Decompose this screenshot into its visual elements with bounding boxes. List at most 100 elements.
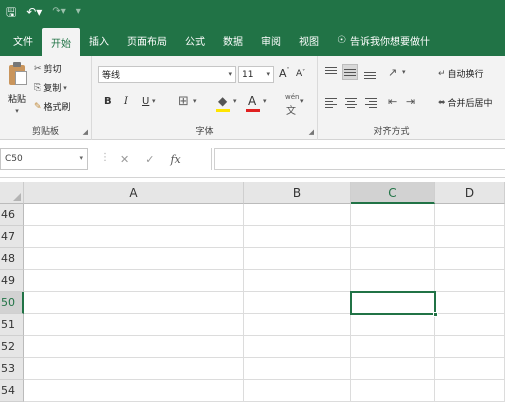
clipboard-launcher-icon[interactable]: ◢ bbox=[83, 128, 88, 136]
cell-b54[interactable] bbox=[244, 380, 351, 402]
align-left-icon[interactable] bbox=[324, 97, 338, 109]
cut-button[interactable]: ✂ 剪切 bbox=[34, 62, 62, 76]
row-header-49[interactable]: 49 bbox=[0, 270, 24, 292]
cell-a46[interactable] bbox=[24, 204, 244, 226]
redo-icon[interactable]: ↷▾ bbox=[52, 7, 65, 17]
cell-d54[interactable] bbox=[435, 380, 505, 402]
underline-button[interactable]: U bbox=[142, 96, 149, 107]
enter-icon[interactable]: ✓ bbox=[145, 153, 154, 166]
cell-b46[interactable] bbox=[244, 204, 351, 226]
cell-c46[interactable] bbox=[351, 204, 435, 226]
tab-data[interactable]: 数据 bbox=[214, 24, 252, 56]
undo-icon[interactable]: ↶▾ bbox=[26, 6, 42, 18]
cell-c47[interactable] bbox=[351, 226, 435, 248]
column-header-c[interactable]: C bbox=[351, 182, 435, 204]
cell-b53[interactable] bbox=[244, 358, 351, 380]
align-bottom-icon[interactable] bbox=[363, 68, 377, 80]
cell-a48[interactable] bbox=[24, 248, 244, 270]
fill-handle[interactable] bbox=[433, 312, 438, 317]
name-box[interactable]: C50 ▾ bbox=[0, 148, 88, 170]
tab-formulas[interactable]: 公式 bbox=[176, 24, 214, 56]
row-header-46[interactable]: 46 bbox=[0, 204, 24, 226]
formula-input[interactable] bbox=[214, 148, 505, 170]
column-header-a[interactable]: A bbox=[24, 182, 244, 204]
cell-b50[interactable] bbox=[244, 292, 351, 314]
cell-d51[interactable] bbox=[435, 314, 505, 336]
shrink-font-button[interactable]: A˅ bbox=[296, 69, 305, 79]
font-color-button[interactable]: A bbox=[248, 94, 256, 108]
row-header-54[interactable]: 54 bbox=[0, 380, 24, 402]
copy-button[interactable]: ⎘ 复制 ▾ bbox=[34, 81, 67, 95]
customize-icon[interactable]: ▾ bbox=[76, 7, 81, 17]
cell-a54[interactable] bbox=[24, 380, 244, 402]
font-launcher-icon[interactable]: ◢ bbox=[309, 128, 314, 136]
cell-c53[interactable] bbox=[351, 358, 435, 380]
cell-d48[interactable] bbox=[435, 248, 505, 270]
column-header-d[interactable]: D bbox=[435, 182, 505, 204]
fill-color-icon[interactable]: ◆ bbox=[218, 94, 227, 108]
underline-dropdown-icon[interactable]: ▾ bbox=[152, 97, 156, 105]
fill-dropdown-icon[interactable]: ▾ bbox=[233, 97, 237, 105]
cell-c54[interactable] bbox=[351, 380, 435, 402]
cell-c52[interactable] bbox=[351, 336, 435, 358]
align-middle-icon[interactable] bbox=[342, 64, 358, 80]
wrap-text-button[interactable]: ↵ 自动换行 bbox=[438, 67, 484, 81]
row-header-51[interactable]: 51 bbox=[0, 314, 24, 336]
cell-d46[interactable] bbox=[435, 204, 505, 226]
phonetic-dropdown-icon[interactable]: ▾ bbox=[300, 97, 304, 105]
row-header-47[interactable]: 47 bbox=[0, 226, 24, 248]
orientation-dropdown-icon[interactable]: ▾ bbox=[402, 68, 406, 76]
tell-me-search[interactable]: ☉ 告诉我你想要做什 bbox=[328, 24, 439, 56]
tab-view[interactable]: 视图 bbox=[290, 24, 328, 56]
cell-a52[interactable] bbox=[24, 336, 244, 358]
row-header-50[interactable]: 50 bbox=[0, 292, 24, 314]
cell-a50[interactable] bbox=[24, 292, 244, 314]
font-name-select[interactable]: 等线 ▾ bbox=[98, 66, 236, 83]
cell-a47[interactable] bbox=[24, 226, 244, 248]
cell-c49[interactable] bbox=[351, 270, 435, 292]
paste-button[interactable]: 粘贴 ▾ bbox=[4, 62, 30, 115]
cancel-icon[interactable]: ✕ bbox=[120, 153, 129, 166]
cell-c51[interactable] bbox=[351, 314, 435, 336]
tab-page-layout[interactable]: 页面布局 bbox=[118, 24, 176, 56]
save-icon[interactable]: 🖫 bbox=[6, 6, 16, 18]
cell-b48[interactable] bbox=[244, 248, 351, 270]
cell-d50[interactable] bbox=[435, 292, 505, 314]
insert-function-icon[interactable]: fx bbox=[170, 153, 180, 166]
align-right-icon[interactable] bbox=[364, 97, 378, 109]
cell-a53[interactable] bbox=[24, 358, 244, 380]
borders-dropdown-icon[interactable]: ▾ bbox=[193, 97, 197, 105]
italic-button[interactable]: I bbox=[124, 96, 128, 107]
cell-c48[interactable] bbox=[351, 248, 435, 270]
borders-icon[interactable]: ⊞ bbox=[178, 94, 189, 109]
tab-file[interactable]: 文件 bbox=[4, 24, 42, 56]
cell-d53[interactable] bbox=[435, 358, 505, 380]
cell-d49[interactable] bbox=[435, 270, 505, 292]
row-header-53[interactable]: 53 bbox=[0, 358, 24, 380]
cell-a49[interactable] bbox=[24, 270, 244, 292]
cell-d47[interactable] bbox=[435, 226, 505, 248]
cell-b47[interactable] bbox=[244, 226, 351, 248]
cell-d52[interactable] bbox=[435, 336, 505, 358]
grow-font-button[interactable]: A˄ bbox=[279, 67, 290, 80]
column-header-b[interactable]: B bbox=[244, 182, 351, 204]
cell-b51[interactable] bbox=[244, 314, 351, 336]
orientation-icon[interactable]: ↗ bbox=[388, 66, 397, 79]
tab-review[interactable]: 审阅 bbox=[252, 24, 290, 56]
font-color-dropdown-icon[interactable]: ▾ bbox=[263, 97, 267, 105]
active-cell-c50[interactable] bbox=[350, 291, 438, 317]
align-top-icon[interactable] bbox=[324, 66, 338, 78]
splitter-dots-icon[interactable]: ⋮ bbox=[100, 152, 110, 163]
decrease-indent-icon[interactable]: ⇤ bbox=[388, 95, 397, 108]
row-header-48[interactable]: 48 bbox=[0, 248, 24, 270]
phonetic-button[interactable]: wén bbox=[285, 93, 299, 101]
bold-button[interactable]: B bbox=[104, 96, 112, 107]
select-all-button[interactable] bbox=[0, 182, 24, 204]
cell-a51[interactable] bbox=[24, 314, 244, 336]
tab-insert[interactable]: 插入 bbox=[80, 24, 118, 56]
font-size-select[interactable]: 11 ▾ bbox=[238, 66, 274, 83]
row-header-52[interactable]: 52 bbox=[0, 336, 24, 358]
cell-b52[interactable] bbox=[244, 336, 351, 358]
increase-indent-icon[interactable]: ⇥ bbox=[406, 95, 415, 108]
tab-home[interactable]: 开始 bbox=[42, 28, 80, 56]
